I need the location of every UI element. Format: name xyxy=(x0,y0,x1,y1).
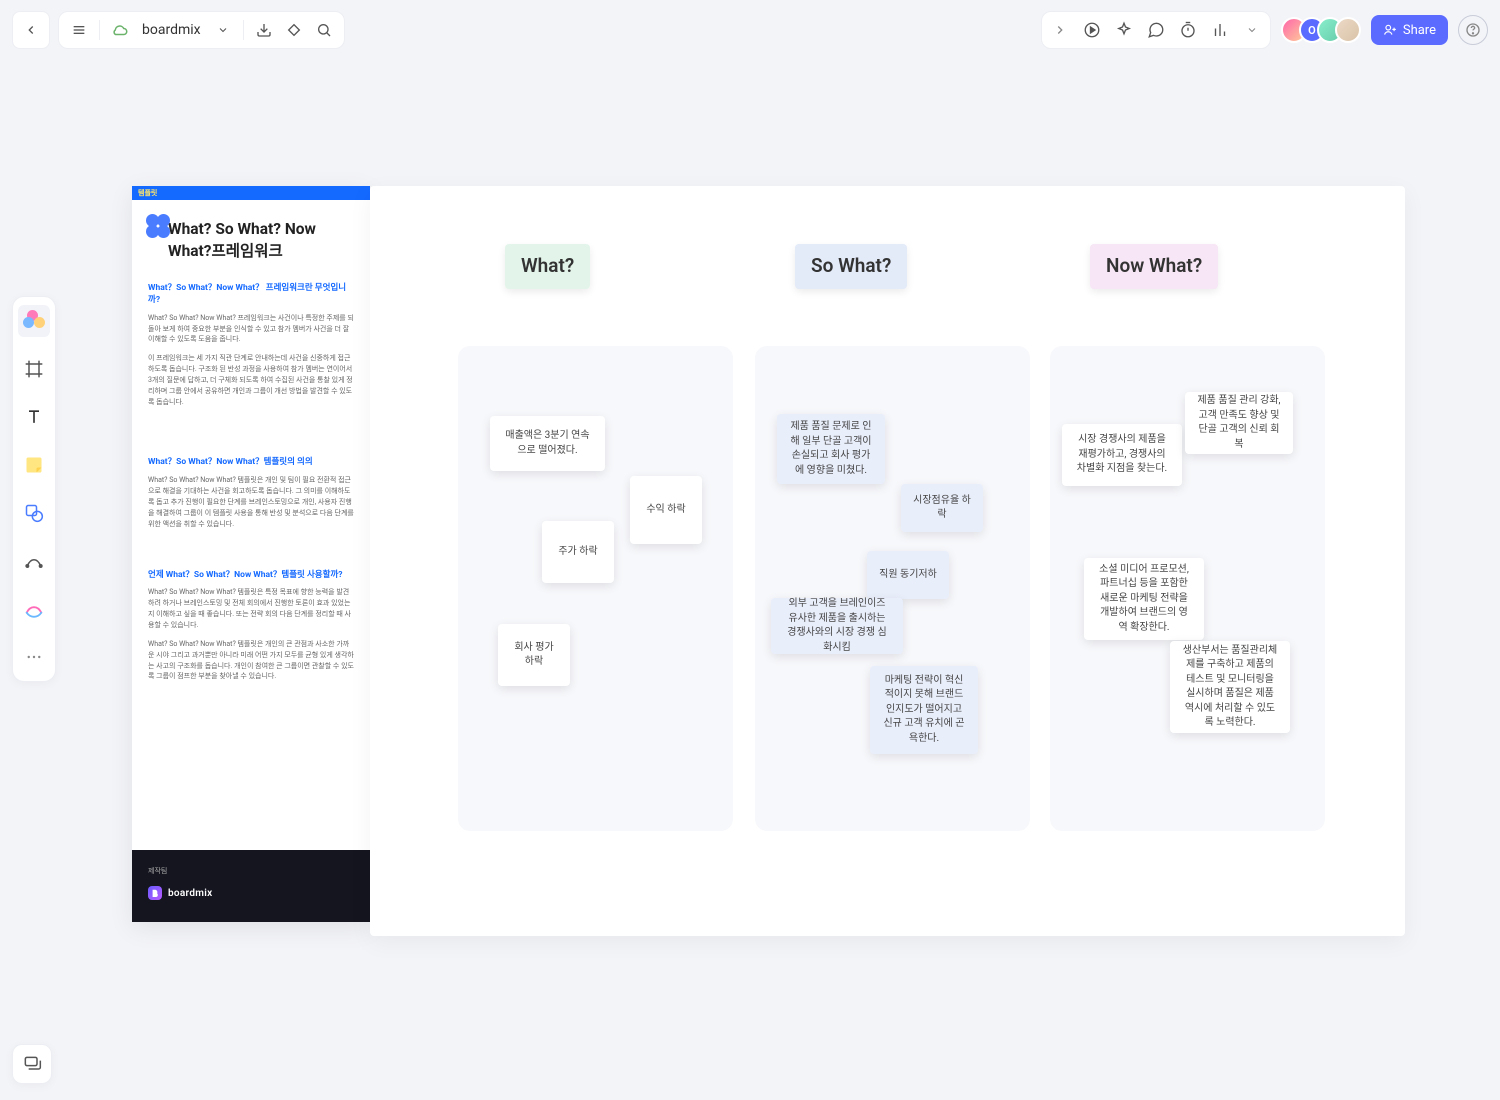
info-section3-title: 언제 What？So What？Now What？템플릿 사용할까? xyxy=(148,570,354,582)
templates-icon xyxy=(23,310,45,332)
sticky-note[interactable]: 제품 품질 문제로 인해 일부 단골 고객이 손실되고 회사 평가에 영향을 미… xyxy=(777,414,885,484)
sticky-note[interactable]: 매출액은 3분기 연속으로 떨어졌다. xyxy=(490,416,605,471)
sticky-note[interactable]: 생산부서는 품질관리체제를 구축하고 제품의 테스트 및 모니터링을 실시하며 … xyxy=(1170,641,1290,733)
sticky-note[interactable]: 회사 평가 하락 xyxy=(498,624,570,686)
column-header-nowwhat[interactable]: Now What? xyxy=(1090,244,1218,289)
info-section2-title: What？So What？Now What？템플릿의 의의 xyxy=(148,457,354,469)
info-section1-title: What？So What？Now What？ 프레임워크란 무엇입니까? xyxy=(148,283,354,307)
tag-button[interactable] xyxy=(284,20,304,40)
chart-icon xyxy=(1211,21,1229,39)
share-label: Share xyxy=(1403,23,1436,38)
help-icon xyxy=(1465,22,1481,38)
comment-button[interactable] xyxy=(1146,20,1166,40)
sticky-note[interactable]: 소셜 미디어 프로모션, 파트너십 등을 포함한 새로운 마케팅 전략을 개발하… xyxy=(1084,558,1204,640)
search-icon xyxy=(316,22,332,38)
shape-icon xyxy=(24,503,44,523)
text-tool[interactable] xyxy=(18,401,50,433)
chevron-left-icon xyxy=(24,23,38,37)
frame-tool[interactable] xyxy=(18,353,50,385)
sticky-note[interactable]: 시장점유율 하락 xyxy=(901,484,983,532)
collaborator-avatars[interactable]: O xyxy=(1281,17,1361,43)
info-text: What? So What? Now What? 템플릿은 개인의 큰 관점과 … xyxy=(148,639,354,682)
brand-name: boardmix xyxy=(168,888,213,899)
user-plus-icon xyxy=(1383,23,1397,37)
search-button[interactable] xyxy=(314,20,334,40)
connector-tool[interactable] xyxy=(18,545,50,577)
sticky-note[interactable]: 수익 하락 xyxy=(630,476,702,544)
template-tag: 템플릿 xyxy=(138,188,157,198)
shape-tool[interactable] xyxy=(18,497,50,529)
text-icon xyxy=(24,407,44,427)
right-tools xyxy=(1041,11,1271,49)
tag-icon xyxy=(286,22,302,38)
pen-tool[interactable] xyxy=(18,593,50,625)
comment-icon xyxy=(1147,21,1165,39)
info-text: What? So What? Now What? 템플릿은 개인 및 팀이 필요… xyxy=(148,475,354,529)
templates-tool[interactable] xyxy=(18,305,50,337)
frame-icon xyxy=(24,359,44,379)
chevron-down-icon xyxy=(1246,24,1258,36)
info-text: What? So What? Now What? 프레임워크는 사건이나 특정한… xyxy=(148,313,354,346)
sticky-note-tool[interactable] xyxy=(18,449,50,481)
hamburger-icon xyxy=(71,22,87,38)
brand-logo-icon xyxy=(148,886,162,900)
sticky-note[interactable]: 마케팅 전략이 혁신적이지 못해 브랜드 인지도가 떨어지고 신규 고객 유치에… xyxy=(870,666,978,754)
timer-icon xyxy=(1179,21,1197,39)
sticky-note[interactable]: 제품 품질 관리 강화, 고객 만족도 향상 및 단골 고객의 신뢰 회복 xyxy=(1185,392,1293,454)
sticky-note[interactable]: 주가 하락 xyxy=(542,521,614,583)
doc-title[interactable]: boardmix xyxy=(142,22,201,38)
canvas[interactable]: boardmix xyxy=(0,0,1500,1100)
info-text: 이 프레임워크는 세 가지 직관 단계로 안내하는데 사건을 신중하게 접근하도… xyxy=(148,353,354,407)
menu-button[interactable] xyxy=(69,20,89,40)
help-button[interactable] xyxy=(1458,15,1488,45)
avatar[interactable] xyxy=(1335,17,1361,43)
pen-icon xyxy=(23,598,45,620)
column-header-what[interactable]: What? xyxy=(505,244,590,289)
info-panel[interactable]: 템플릿 What? So What? Now What?프레임워크 What？S… xyxy=(132,186,370,922)
cloud-sync-icon xyxy=(110,20,130,40)
sparkle-button[interactable] xyxy=(1114,20,1134,40)
info-panel-footer: 제작팀 boardmix xyxy=(132,850,370,922)
more-icon xyxy=(25,648,43,666)
flower-icon xyxy=(146,214,170,238)
chevron-down-icon xyxy=(217,24,229,36)
present-button[interactable] xyxy=(1082,20,1102,40)
info-panel-header: 템플릿 xyxy=(132,186,370,200)
sticky-note[interactable]: 외부 고객을 브레인이즈 유사한 제품을 출시하는 경쟁사와의 시장 경쟁 심화… xyxy=(771,598,903,654)
more-dropdown[interactable] xyxy=(1242,20,1262,40)
doc-dropdown[interactable] xyxy=(213,20,233,40)
more-tools[interactable] xyxy=(18,641,50,673)
sticky-note[interactable]: 시장 경쟁사의 제품을 재평가하고, 경쟁사의 차별화 지점을 찾는다. xyxy=(1062,424,1182,486)
topbar-left: boardmix xyxy=(12,11,345,49)
chart-button[interactable] xyxy=(1210,20,1230,40)
topbar-right: O Share xyxy=(1041,11,1488,49)
doc-pill: boardmix xyxy=(58,11,345,49)
expand-button[interactable] xyxy=(1050,20,1070,40)
share-button[interactable]: Share xyxy=(1371,15,1448,45)
back-button[interactable] xyxy=(12,11,50,49)
pages-button[interactable] xyxy=(12,1044,52,1084)
sticky-note[interactable]: 직원 동기저하 xyxy=(867,551,949,599)
column-header-sowhat[interactable]: So What? xyxy=(795,244,907,289)
play-circle-icon xyxy=(1083,21,1101,39)
info-title: What? So What? Now What?프레임워크 xyxy=(168,218,354,263)
chevron-right-icon xyxy=(1053,23,1067,37)
download-button[interactable] xyxy=(254,20,274,40)
left-toolbar xyxy=(12,296,56,682)
top-bar: boardmix xyxy=(12,10,1488,50)
sticky-note-icon xyxy=(24,455,44,475)
brand: boardmix xyxy=(148,886,354,900)
connector-icon xyxy=(24,551,44,571)
sparkle-icon xyxy=(1115,21,1133,39)
info-panel-body: What? So What? Now What?프레임워크 What？So Wh… xyxy=(132,200,370,850)
info-text: What? So What? Now What? 템플릿은 특정 목표에 향한 … xyxy=(148,587,354,630)
download-icon xyxy=(256,22,272,38)
timer-button[interactable] xyxy=(1178,20,1198,40)
made-by-label: 제작팀 xyxy=(148,866,354,876)
pages-icon xyxy=(22,1054,42,1074)
framework-board[interactable]: What? So What? Now What? 매출액은 3분기 연속으로 떨… xyxy=(370,186,1405,936)
